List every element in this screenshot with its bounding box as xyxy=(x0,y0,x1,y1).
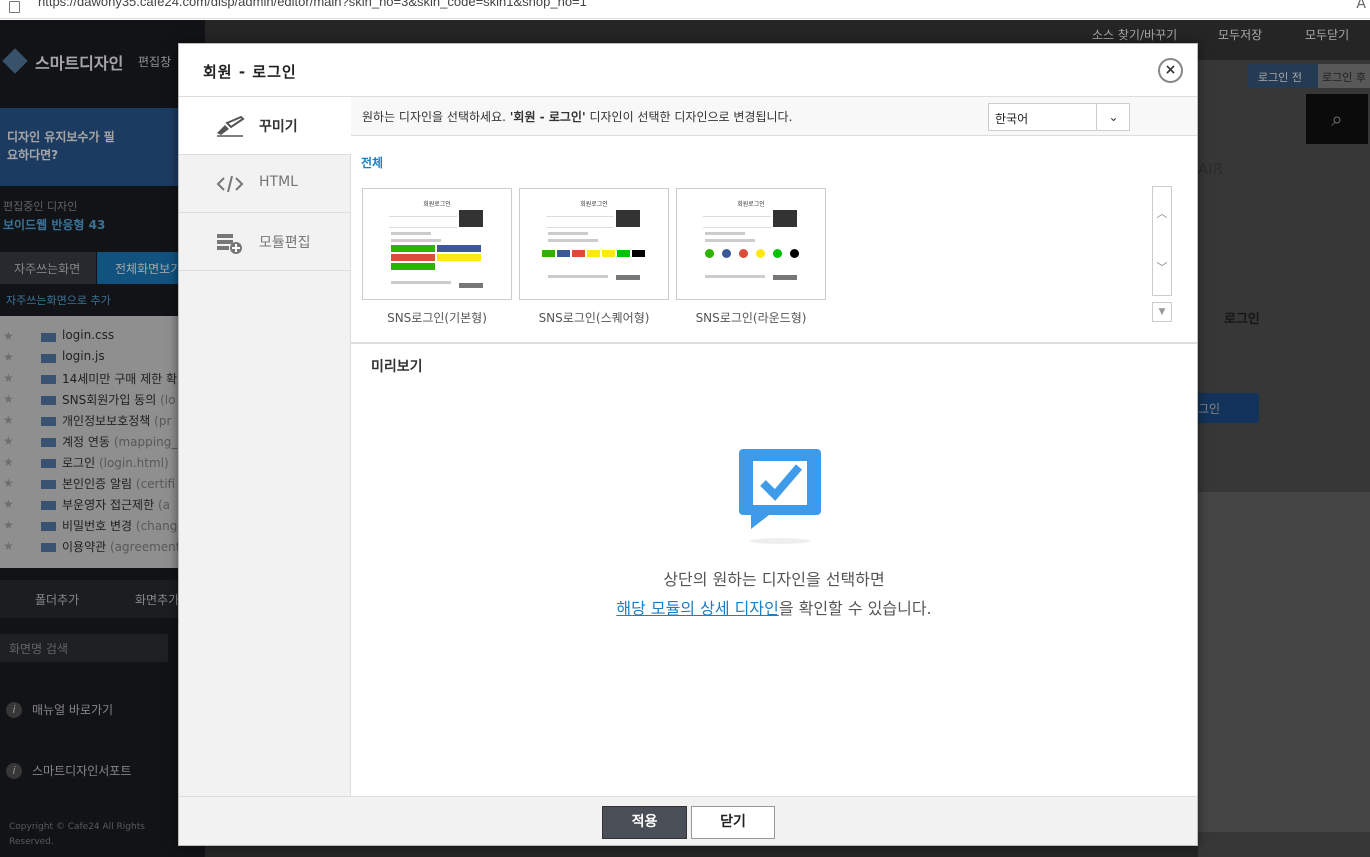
brush-icon xyxy=(215,115,245,137)
chevron-down-icon[interactable]: ﹀ xyxy=(1153,259,1171,275)
modal-footer: 적용 닫기 xyxy=(179,796,1197,845)
thumbnail-field xyxy=(546,220,614,228)
thumbnail-line xyxy=(548,232,588,235)
thumbnail-field xyxy=(703,220,771,228)
preview-line2-post: 을 확인할 수 있습니다. xyxy=(778,599,932,618)
thumbnail-button xyxy=(616,210,640,227)
sidebar-item-label: HTML xyxy=(259,174,298,190)
thumbnail-field xyxy=(389,220,457,228)
module-add-icon xyxy=(215,231,245,254)
description-bar: 원하는 디자인을 선택하세요. '회원 - 로그인' 디자인이 선택한 디자인으… xyxy=(351,97,1197,136)
category-all[interactable]: 전체 xyxy=(361,154,383,171)
close-icon[interactable]: × xyxy=(1158,58,1183,83)
thumbnail-sns xyxy=(602,250,615,257)
preview-title: 미리보기 xyxy=(371,359,423,375)
preview-message-line1: 상단의 원하는 디자인을 선택하면 xyxy=(663,570,885,589)
apply-button[interactable]: 적용 xyxy=(602,806,687,839)
thumbnail-scroller: ︿ ﹀ xyxy=(1152,186,1172,296)
thumbnail-sns xyxy=(391,263,435,270)
thumbnail-sns xyxy=(722,249,731,258)
description-post: 디자인이 선택한 디자인으로 변경됩니다. xyxy=(585,110,793,124)
modal-main: 원하는 디자인을 선택하세요. '회원 - 로그인' 디자인이 선택한 디자인으… xyxy=(351,97,1197,796)
thumbnail-sns xyxy=(705,249,714,258)
description-pre: 원하는 디자인을 선택하세요. xyxy=(362,110,510,124)
thumbnail-title: 회원로그인 xyxy=(737,201,765,208)
description-bold: '회원 - 로그인' xyxy=(509,110,586,124)
checkbox-preview-icon xyxy=(739,449,821,544)
sidebar-item-module-edit[interactable]: 모듈편집 xyxy=(179,213,351,271)
sidebar-item-decorate[interactable]: 꾸미기 xyxy=(179,97,351,155)
preview-highlight: 해당 모듈의 상세 디자인 xyxy=(616,599,779,618)
sidebar-item-label: 모듈편집 xyxy=(259,235,311,251)
thumbnail-sns xyxy=(773,249,782,258)
page-icon xyxy=(9,1,20,13)
chevron-down-icon[interactable]: ⌄ xyxy=(1096,104,1130,130)
thumbnail-sns xyxy=(437,254,481,261)
thumbnail-sns xyxy=(542,250,555,257)
thumbnail-line xyxy=(391,239,441,242)
browser-url-bar: https://dawony35.cafe24.com/disp/admin/e… xyxy=(0,0,1370,19)
code-icon xyxy=(215,173,245,195)
expand-more-icon[interactable]: ▼ xyxy=(1152,302,1172,322)
thumbnail-sns xyxy=(756,249,765,258)
thumbnail-line xyxy=(548,239,598,242)
design-thumbnail-square[interactable]: 회원로그인 xyxy=(519,188,669,300)
design-select-modal: 회원 - 로그인 × 꾸미기 HTML 모듈편집 원하는 디자인을 선택하세요.… xyxy=(178,43,1198,846)
thumbnail-field xyxy=(703,209,771,217)
thumbnail-label[interactable]: SNS로그인(라운드형) xyxy=(676,309,826,326)
thumbnail-sns xyxy=(587,250,600,257)
thumbnail-label[interactable]: SNS로그인(기본형) xyxy=(362,309,512,326)
thumbnail-line xyxy=(548,275,608,278)
thumbnail-label[interactable]: SNS로그인(스퀘어형) xyxy=(519,309,669,326)
modal-sidebar: 꾸미기 HTML 모듈편집 xyxy=(179,97,351,796)
thumbnail-button xyxy=(773,210,797,227)
thumbnail-line xyxy=(391,281,451,284)
thumbnail-sns xyxy=(739,249,748,258)
preview-message-line2: 해당 모듈의 상세 디자인을 확인할 수 있습니다. xyxy=(351,595,1197,619)
modal-header: 회원 - 로그인 × xyxy=(179,44,1197,97)
thumbnail-line xyxy=(705,239,755,242)
thumbnail-sns xyxy=(391,254,435,261)
thumbnail-field xyxy=(389,209,457,217)
thumbnail-sns xyxy=(391,245,435,252)
thumbnail-title: 회원로그인 xyxy=(580,201,608,208)
chevron-up-icon[interactable]: ︿ xyxy=(1153,205,1171,221)
thumbnail-line xyxy=(705,232,745,235)
sidebar-item-label: 꾸미기 xyxy=(259,119,298,135)
description-text: 원하는 디자인을 선택하세요. '회원 - 로그인' 디자인이 선택한 디자인으… xyxy=(362,108,792,125)
url-text[interactable]: https://dawony35.cafe24.com/disp/admin/e… xyxy=(38,0,587,9)
thumbnail-line xyxy=(705,275,765,278)
thumbnail-title: 회원로그인 xyxy=(423,201,451,208)
thumbnail-sns xyxy=(572,250,585,257)
design-thumbnail-basic[interactable]: 회원로그인 xyxy=(362,188,512,300)
sidebar-item-html[interactable]: HTML xyxy=(179,155,351,213)
thumbnail-field xyxy=(546,209,614,217)
design-thumbnail-round[interactable]: 회원로그인 xyxy=(676,188,826,300)
language-value: 한국어 xyxy=(995,112,1029,126)
thumbnail-mini-button xyxy=(773,275,797,280)
modal-title: 회원 - 로그인 xyxy=(203,63,297,81)
thumbnail-button xyxy=(459,210,483,227)
thumbnail-line xyxy=(391,232,431,235)
divider xyxy=(351,342,1197,344)
close-button[interactable]: 닫기 xyxy=(691,806,775,839)
thumbnail-sns xyxy=(437,245,481,252)
thumbnail-mini-button xyxy=(459,283,483,288)
language-select[interactable]: 한국어 ⌄ xyxy=(988,103,1130,131)
thumbnail-sns xyxy=(790,249,799,258)
thumbnail-mini-button xyxy=(616,275,640,280)
thumbnail-sns xyxy=(617,250,630,257)
thumbnail-sns xyxy=(632,250,645,257)
reader-icon[interactable]: A xyxy=(1356,0,1366,12)
thumbnail-sns xyxy=(557,250,570,257)
